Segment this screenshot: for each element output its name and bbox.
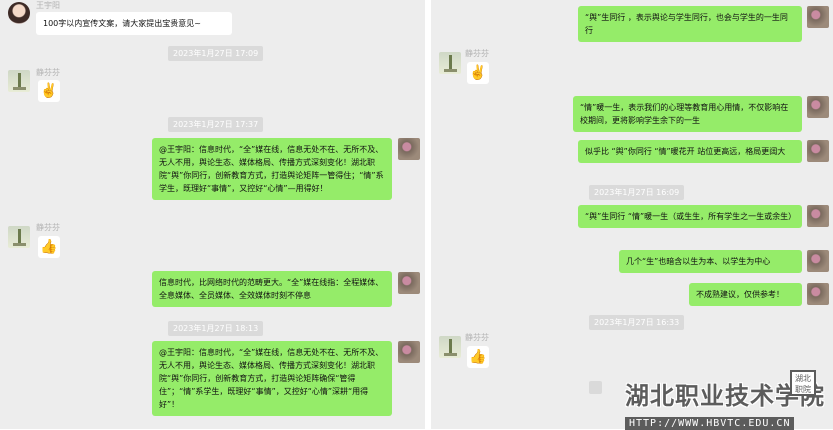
avatar-self[interactable] [398,138,420,160]
avatar-self[interactable] [807,140,829,162]
avatar-self[interactable] [807,96,829,118]
timestamp: 2023年1月27日 18:13 [168,321,264,336]
message-bubble-sent[interactable]: 几个“生”也暗含以生为本、以学生为中心 [619,250,802,273]
avatar-self[interactable] [807,205,829,227]
chat-panel-right: “舆”生同行 ，表示舆论与学生同行，也会与学生的一生同行 静芬芬 ✌️ “情”暖… [431,0,833,429]
ok-hand-emoji-icon[interactable]: ✌️ [38,80,60,102]
timestamp: 2023年1月27日 16:33 [589,315,685,330]
chat-panel-left: 王宇阳 100字以内宣传文案，请大家提出宝贵意见~ 2023年1月27日 17:… [0,0,425,429]
avatar-self[interactable] [398,272,420,294]
avatar-self[interactable] [807,283,829,305]
timestamp: 2023年1月27日 16:09 [589,185,685,200]
avatar-jingfenfen[interactable] [439,52,461,74]
avatar-wangyuyang[interactable] [8,2,30,24]
message-bubble-sent[interactable]: 似乎比 “舆”你同行 “情”暖花开 站位更高远，格局更阔大 [578,140,802,163]
sender-name: 王宇阳 [36,1,60,10]
victory-hand-emoji-icon[interactable]: ✌️ [467,62,489,84]
message-bubble-sent[interactable]: 信息时代，比网络时代的范畴更大。“全”媒在线指：全程媒体、全息媒体、全员媒体、全… [152,271,392,307]
message-bubble-sent[interactable]: “舆”生同行 ，表示舆论与学生同行，也会与学生的一生同行 [578,6,802,42]
thumbs-up-emoji-icon[interactable]: 👍 [467,346,489,368]
timestamp: 2023年1月27日 17:09 [168,46,264,61]
timestamp: 2023年1月27日 17:37 [168,117,264,132]
sender-name: 静芬芬 [465,49,489,58]
message-bubble-sent[interactable]: @王宇阳：信息时代，“全”媒在线，信息无处不在、无所不及、无人不用，舆论生态、媒… [152,341,392,416]
sender-name: 静芬芬 [36,68,60,77]
avatar-jingfenfen[interactable] [8,226,30,248]
avatar-jingfenfen[interactable] [439,336,461,358]
avatar-self[interactable] [398,341,420,363]
message-bubble-sent[interactable]: 不成熟建议，仅供参考！ [689,283,802,306]
thumbs-up-emoji-icon[interactable]: 👍 [38,236,60,258]
sender-name: 静芬芬 [36,223,60,232]
avatar-self[interactable] [807,250,829,272]
message-bubble-sent[interactable]: @王宇阳：信息时代，“全”媒在线，信息无处不在、无所不及、无人不用，舆论生态、媒… [152,138,392,200]
sender-name: 静芬芬 [465,333,489,342]
seal-icon: 湖北职院 [790,370,816,396]
avatar-jingfenfen[interactable] [8,70,30,92]
watermark-url: HTTP://WWW.HBVTC.EDU.CN [625,417,795,430]
avatar-self[interactable] [807,6,829,28]
message-bubble-received[interactable]: 100字以内宣传文案，请大家提出宝贵意见~ [36,12,232,35]
message-bubble-sent[interactable]: “舆”生同行 “情”暖一生（或生生，所有学生之一生或余生） [578,205,802,228]
message-bubble-sent[interactable]: “情”暖一生，表示我们的心理等教育用心用情，不仅影响在校期间，更将影响学生余下的… [573,96,802,132]
timestamp [589,381,602,394]
